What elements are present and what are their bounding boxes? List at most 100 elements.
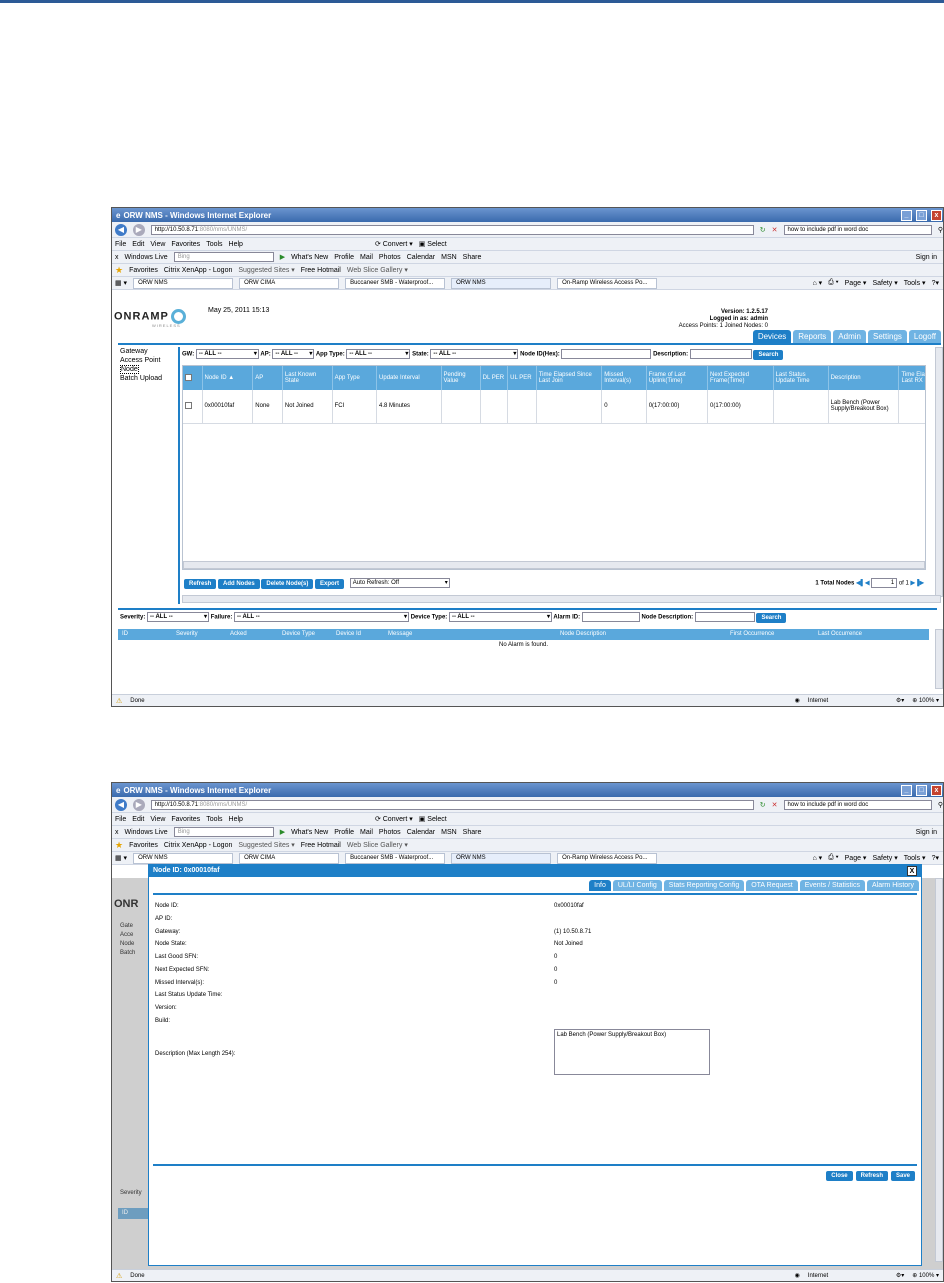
nodeid-input[interactable]	[561, 349, 652, 359]
auto-refresh-select[interactable]: Auto Refresh: Off	[349, 578, 450, 588]
description-textarea[interactable]: Lab Bench (Power Supply/Breakout Box)	[554, 1029, 710, 1075]
live-link-profile[interactable]: Profile	[334, 254, 354, 261]
failure-select[interactable]: -- ALL --	[234, 612, 410, 622]
close-button[interactable]: x	[931, 784, 942, 796]
stop-icon[interactable]: ✕	[772, 801, 778, 809]
live-link-mail[interactable]: Mail	[360, 829, 373, 836]
live-link-share[interactable]: Share	[463, 829, 482, 836]
protected-mode-icon[interactable]: ⚙▾	[896, 1272, 904, 1279]
export-button[interactable]: Export	[315, 578, 345, 589]
url-input[interactable]: http://10.50.8.71:8080/nms/UNMS/	[150, 224, 754, 235]
select-button[interactable]: ▣ Select	[419, 240, 447, 248]
select-all-checkbox[interactable]	[185, 373, 192, 381]
convert-button[interactable]: ⟳ Convert ▾	[375, 815, 413, 823]
cmd-page[interactable]: Page ▾	[845, 854, 867, 862]
cmd-tools[interactable]: Tools ▾	[904, 279, 926, 287]
fav-webslice[interactable]: Web Slice Gallery ▾	[347, 266, 408, 274]
menu-help[interactable]: Help	[229, 241, 243, 248]
live-link-calendar[interactable]: Calendar	[407, 254, 435, 261]
apptype-select[interactable]: -- ALL --	[346, 349, 411, 359]
close-toolbar-icon[interactable]: x	[115, 829, 119, 836]
ap-select[interactable]: -- ALL --	[272, 349, 315, 359]
tab-alarm-history[interactable]: Alarm History	[866, 880, 919, 891]
fav-hotmail[interactable]: Free Hotmail	[301, 842, 341, 849]
bing-search-input[interactable]: Bing	[173, 252, 274, 262]
bing-go-icon[interactable]: ▶	[280, 253, 285, 261]
fav-suggested[interactable]: Suggested Sites ▾	[238, 841, 294, 849]
tab-orw-nms[interactable]: ORW NMS	[133, 277, 234, 289]
alarm-col-last-occurrence[interactable]: Last Occurrence	[818, 629, 862, 640]
print-icon[interactable]: ⎙ ▾	[828, 854, 839, 862]
live-link-photos[interactable]: Photos	[379, 254, 401, 261]
live-link-whatsnew[interactable]: What's New	[291, 254, 328, 261]
url-input[interactable]: http://10.50.8.71:8080/nms/UNMS/	[150, 799, 754, 810]
alarm-col-device-id[interactable]: Device Id	[336, 629, 361, 640]
tab-onramp[interactable]: On-Ramp Wireless Access Po...	[557, 852, 658, 864]
menu-view[interactable]: View	[150, 816, 165, 823]
col-frame-last-uplink[interactable]: Frame of Last Uplink(Time)	[646, 366, 709, 390]
refresh-button[interactable]: Refresh	[184, 578, 217, 589]
minimize-button[interactable]: _	[901, 784, 912, 796]
devtype-select[interactable]: -- ALL --	[448, 612, 552, 622]
tab-orw-cima[interactable]: ORW CIMA	[239, 277, 340, 289]
tab-logoff[interactable]: Logoff	[908, 330, 941, 343]
bing-search-input[interactable]: Bing	[173, 827, 274, 837]
col-dl-per[interactable]: DL PER	[480, 366, 509, 390]
fav-hotmail[interactable]: Free Hotmail	[301, 267, 341, 274]
alarm-col-device-type[interactable]: Device Type	[282, 629, 315, 640]
live-link-photos[interactable]: Photos	[379, 829, 401, 836]
add-nodes-button[interactable]: Add Nodes	[218, 578, 260, 589]
page-number-input[interactable]: 1	[871, 578, 898, 588]
tab-info[interactable]: Info	[589, 880, 611, 891]
windows-live-label[interactable]: Windows Live	[125, 254, 168, 261]
nav-node[interactable]: Node	[112, 365, 174, 374]
live-link-share[interactable]: Share	[463, 254, 482, 261]
table-row[interactable]: 0x00010faf None Not Joined FCI 4.8 Minut…	[183, 390, 925, 424]
last-page-icon[interactable]: ▶▐▶	[911, 581, 924, 587]
tab-devices[interactable]: Devices	[752, 330, 792, 343]
col-pending-value[interactable]: Pending Value	[441, 366, 481, 390]
sign-in-link[interactable]: Sign in	[916, 254, 937, 261]
tab-ota-request[interactable]: OTA Request	[746, 880, 798, 891]
menu-tools[interactable]: Tools	[206, 816, 222, 823]
alarm-col-first-occurrence[interactable]: First Occurrence	[730, 629, 774, 640]
home-icon[interactable]: ⌂ ▾	[812, 854, 822, 862]
menu-favorites[interactable]: Favorites	[171, 241, 200, 248]
tab-onramp[interactable]: On-Ramp Wireless Access Po...	[557, 277, 658, 289]
menu-edit[interactable]: Edit	[132, 241, 144, 248]
menu-view[interactable]: View	[150, 241, 165, 248]
menu-tools[interactable]: Tools	[206, 241, 222, 248]
menu-help[interactable]: Help	[229, 816, 243, 823]
select-all-cell[interactable]	[183, 366, 203, 390]
tab-buccaneer[interactable]: Buccaneer SMB - Waterproof...	[345, 277, 446, 289]
nav-batch-upload[interactable]: Batch Upload	[112, 374, 174, 383]
col-last-status-update[interactable]: Last Status Update Time	[773, 366, 829, 390]
tab-ul-li-config[interactable]: UL/LI Config	[612, 880, 662, 891]
refresh-icon[interactable]: ↻	[760, 801, 766, 809]
col-time-since-join[interactable]: Time Elapsed Since Last Join	[536, 366, 603, 390]
convert-button[interactable]: ⟳ Convert ▾	[375, 240, 413, 248]
favorites-label[interactable]: Favorites	[129, 842, 158, 849]
search-input[interactable]: how to include pdf in word doc	[783, 224, 932, 235]
state-select[interactable]: -- ALL --	[430, 349, 519, 359]
maximize-button[interactable]: □	[916, 209, 927, 221]
tab-settings[interactable]: Settings	[867, 330, 907, 343]
alarm-col-message[interactable]: Message	[388, 629, 412, 640]
nav-gateway[interactable]: Gateway	[112, 347, 174, 356]
dialog-close-icon[interactable]: X	[907, 866, 917, 876]
nodedesc-input[interactable]	[694, 612, 755, 622]
col-node-id[interactable]: Node ID ▲	[202, 366, 254, 390]
back-icon[interactable]: ◀	[115, 798, 127, 811]
live-link-msn[interactable]: MSN	[441, 829, 457, 836]
tab-orw-nms-active[interactable]: ORW NMS	[451, 852, 552, 864]
live-link-mail[interactable]: Mail	[360, 254, 373, 261]
dialog-save-button[interactable]: Save	[890, 1171, 915, 1181]
select-button[interactable]: ▣ Select	[419, 815, 447, 823]
favorites-star-icon[interactable]: ★	[115, 840, 123, 851]
cmd-safety[interactable]: Safety ▾	[872, 279, 897, 287]
dialog-refresh-button[interactable]: Refresh	[855, 1171, 888, 1181]
col-update-interval[interactable]: Update Interval	[376, 366, 442, 390]
alarm-col-acked[interactable]: Acked	[230, 629, 247, 640]
severity-select[interactable]: -- ALL --	[147, 612, 210, 622]
maximize-button[interactable]: □	[916, 784, 927, 796]
